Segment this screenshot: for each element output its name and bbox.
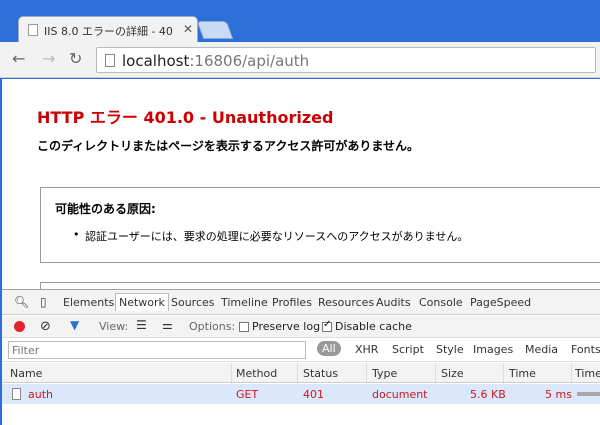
tab-elements[interactable]: Elements [63,296,114,309]
column-type[interactable]: Type [372,367,397,380]
waterfall-view-icon[interactable]: ⚌ [162,318,173,332]
device-mode-icon[interactable]: ▯ [40,295,47,309]
filter-bar: All XHR Script Style Images Media Fonts [2,339,600,362]
filter-icon[interactable]: ▼ [70,318,79,332]
cause-title: 可能性のある原因: [55,202,156,216]
new-tab-button[interactable] [196,21,234,39]
column-method[interactable]: Method [236,367,277,380]
row-status: 401 [303,388,324,401]
type-filter-all[interactable]: All [317,341,341,356]
network-table-header: Name Method Status Type Size Time Timel [2,363,600,403]
url-text: localhost:16806/api/auth [122,52,309,70]
column-size[interactable]: Size [441,367,464,380]
timeline-bar [577,392,600,396]
row-name[interactable]: auth [28,388,53,401]
error-description: このディレクトリまたはページを表示するアクセス許可がありません。 [37,139,419,153]
type-filter-images[interactable]: Images [473,343,513,356]
type-filter-style[interactable]: Style [436,343,464,356]
url-host: localhost [122,52,190,70]
column-time[interactable]: Time [509,367,536,380]
error-title: HTTP エラー 401.0 - Unauthorized [37,108,334,127]
list-view-icon[interactable]: ☰ [136,318,147,332]
page-content: HTTP エラー 401.0 - Unauthorized このディレクトリまた… [2,79,600,290]
preserve-log-checkbox[interactable] [239,322,249,332]
reload-icon[interactable]: ↻ [69,49,82,68]
tab-profiles[interactable]: Profiles [272,296,312,309]
tab-title: IIS 8.0 エラーの詳細 - 401 [44,25,174,38]
record-icon[interactable] [14,321,25,332]
type-filter-media[interactable]: Media [525,343,558,356]
page-favicon-icon [28,24,38,36]
filter-input[interactable] [8,341,306,359]
network-controls: ⊘ ▼ View: ☰ ⚌ Options: Preserve log Disa… [2,316,600,338]
inspect-search-icon[interactable]: 🔍︎ [14,295,29,309]
clear-icon[interactable]: ⊘ [40,319,51,334]
type-filter-fonts[interactable]: Fonts [571,343,600,356]
address-bar[interactable]: localhost:16806/api/auth [96,47,596,73]
forward-arrow-icon[interactable]: → [42,49,55,68]
window-titlebar: IIS 8.0 エラーの詳細 - 401 ✕ [0,0,600,43]
row-type: document [372,388,428,401]
column-status[interactable]: Status [303,367,338,380]
row-size: 5.6 KB [470,388,506,401]
tab-timeline[interactable]: Timeline [221,296,268,309]
tab-console[interactable]: Console [419,296,463,309]
tab-close-icon[interactable]: ✕ [183,22,193,36]
document-icon [12,388,21,400]
page-info-icon[interactable] [105,54,115,67]
url-path: :16806/api/auth [189,52,310,70]
view-label: View: [99,320,129,333]
type-filter-xhr[interactable]: XHR [355,343,378,356]
disable-cache-checkbox[interactable] [322,319,332,332]
row-time: 5 ms [545,388,572,401]
back-arrow-icon[interactable]: ← [12,49,25,68]
disable-cache-label: Disable cache [335,320,412,333]
column-name[interactable]: Name [10,367,42,380]
options-label: Options: [189,320,236,333]
type-filter-script[interactable]: Script [392,343,424,356]
browser-toolbar: ← → ↻ localhost:16806/api/auth [0,42,600,78]
tab-resources[interactable]: Resources [318,296,374,309]
tab-audits[interactable]: Audits [376,296,411,309]
column-timeline[interactable]: Timel [575,367,600,380]
cause-box: 可能性のある原因: 認証ユーザーには、要求の処理に必要なリソースへのアクセスがあ… [40,187,600,263]
tab-pagespeed[interactable]: PageSpeed [470,296,531,309]
tab-network[interactable]: Network [115,293,169,311]
tab-sources[interactable]: Sources [171,296,215,309]
devtools-tabbar: 🔍︎ ▯ Elements Network Sources Timeline P… [2,290,600,315]
browser-tab[interactable]: IIS 8.0 エラーの詳細 - 401 ✕ [18,16,198,43]
row-method: GET [236,388,259,401]
preserve-log-label: Preserve log [252,320,321,333]
table-row[interactable]: auth GET 401 document 5.6 KB 5 ms [2,384,600,404]
devtools-panel: 🔍︎ ▯ Elements Network Sources Timeline P… [2,289,600,425]
cause-item: 認証ユーザーには、要求の処理に必要なリソースへのアクセスがありません。 [73,228,468,244]
